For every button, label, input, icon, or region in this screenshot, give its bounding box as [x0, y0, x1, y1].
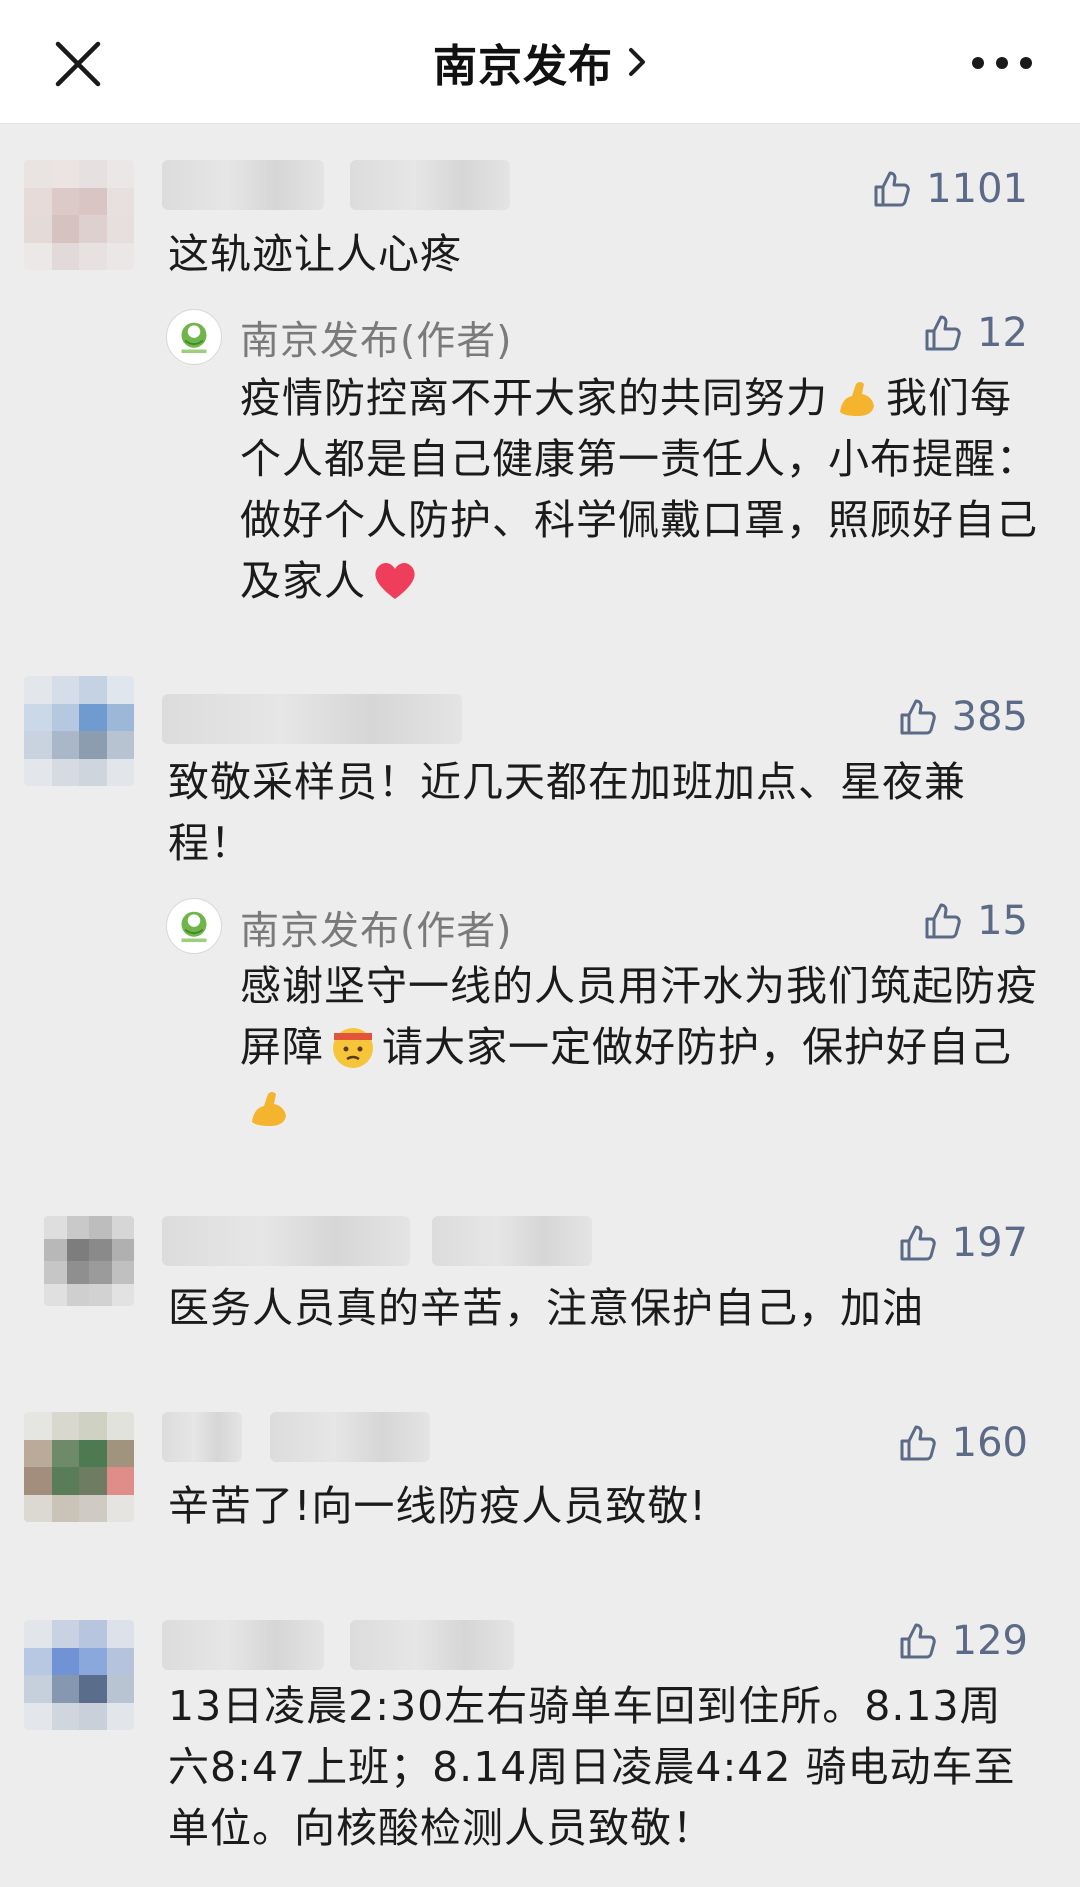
like-count: 1101	[926, 166, 1028, 212]
username-blurred[interactable]	[162, 160, 324, 210]
like-button[interactable]: 12	[921, 310, 1028, 356]
more-icon[interactable]	[972, 48, 1032, 78]
author-logo-icon	[166, 309, 222, 365]
thumbs-up-icon	[900, 1225, 936, 1261]
thumbs-up-icon	[925, 903, 961, 939]
thumbs-up-icon	[900, 699, 936, 735]
like-button[interactable]: 15	[921, 898, 1028, 944]
username-blurred[interactable]	[162, 1620, 324, 1670]
username-blurred[interactable]	[432, 1216, 592, 1266]
like-count: 12	[977, 310, 1028, 356]
avatar[interactable]	[24, 1412, 134, 1522]
reply-text-part: 疫情防控离不开大家的共同努力	[240, 374, 828, 422]
like-count: 385	[951, 694, 1028, 740]
flexed-biceps-emoji	[252, 1092, 286, 1126]
thumbs-up-icon	[925, 315, 961, 351]
reply-author[interactable]: 南京发布(作者)	[240, 310, 512, 366]
avatar[interactable]	[44, 1216, 134, 1306]
username-blurred[interactable]	[270, 1412, 430, 1462]
close-icon[interactable]	[52, 38, 104, 90]
reply-text-part: 请大家一定做好防护，保护好自己	[382, 1023, 1012, 1071]
like-count: 129	[951, 1618, 1028, 1664]
username-blurred[interactable]	[350, 160, 510, 210]
avatar[interactable]	[24, 676, 134, 786]
chevron-right-icon[interactable]	[627, 45, 647, 79]
avatar[interactable]	[24, 1620, 134, 1730]
like-count: 15	[977, 898, 1028, 944]
reply-author[interactable]: 南京发布(作者)	[240, 900, 512, 956]
avatar[interactable]	[24, 160, 134, 270]
determined-face-emoji	[333, 1028, 373, 1068]
like-button[interactable]: 160	[896, 1420, 1028, 1466]
reply-text: 感谢坚守一线的人员用汗水为我们筑起防疫屏障 请大家一定做好防护，保护好自己	[240, 956, 1040, 1139]
username-blurred[interactable]	[162, 1216, 410, 1266]
comment-text: 致敬采样员！近几天都在加班加点、星夜兼程！	[168, 758, 966, 867]
username-blurred[interactable]	[350, 1620, 514, 1670]
like-button[interactable]: 197	[896, 1220, 1028, 1266]
like-button[interactable]: 385	[896, 694, 1028, 740]
comment-text: 医务人员真的辛苦，注意保护自己，加油	[168, 1284, 924, 1332]
comment-text: 辛苦了!向一线防疫人员致敬!	[168, 1482, 707, 1530]
page-title[interactable]: 南京发布	[433, 30, 613, 94]
username-blurred[interactable]	[162, 1412, 242, 1462]
red-heart-emoji	[375, 562, 415, 599]
comment-text: 13日凌晨2:30左右骑单车回到住所。8.13周六8:47上班；8.14周日凌晨…	[168, 1682, 1016, 1852]
comment-text: 这轨迹让人心疼	[168, 230, 462, 278]
username-blurred[interactable]	[162, 694, 462, 744]
like-button[interactable]: 1101	[870, 166, 1028, 212]
thumbs-up-icon	[900, 1623, 936, 1659]
flexed-biceps-emoji	[840, 382, 874, 416]
thumbs-up-icon	[874, 171, 910, 207]
like-count: 160	[951, 1420, 1028, 1466]
like-count: 197	[951, 1220, 1028, 1266]
thumbs-up-icon	[900, 1425, 936, 1461]
like-button[interactable]: 129	[896, 1618, 1028, 1664]
top-bar: 南京发布	[0, 0, 1080, 124]
author-logo-icon	[166, 898, 222, 954]
reply-text: 疫情防控离不开大家的共同努力 我们每个人都是自己健康第一责任人，小布提醒：做好个人…	[240, 368, 1040, 612]
